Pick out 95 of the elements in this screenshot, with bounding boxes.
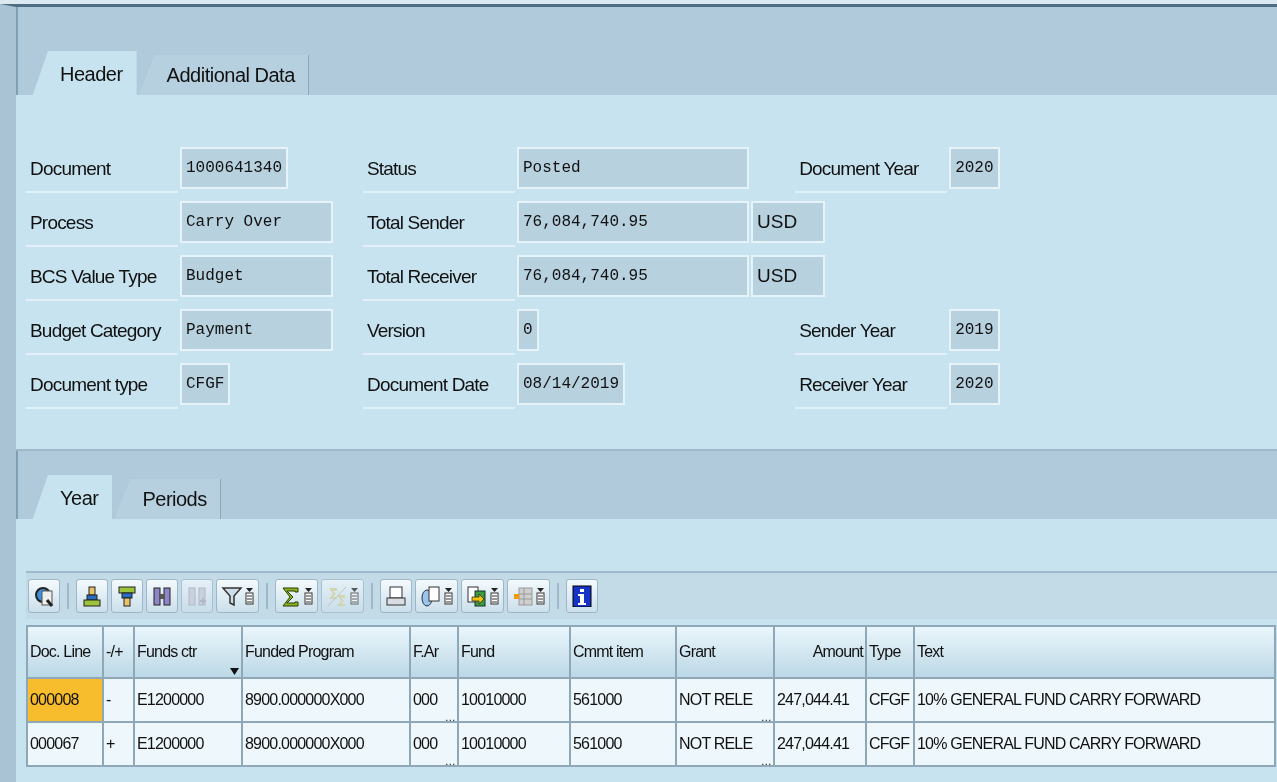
table-cell: CFGF (866, 722, 914, 766)
subtotal-icon (326, 585, 348, 607)
table-cell: 561000 (570, 678, 676, 722)
table-cell: 10010000 (458, 678, 570, 722)
export-icon (466, 585, 488, 607)
value-field[interactable]: Posted (517, 147, 749, 189)
field-label: BCS Value Type (26, 255, 178, 301)
value-field[interactable]: Payment (180, 309, 333, 351)
dropdown-icon (304, 587, 313, 605)
document-globe-icon (420, 585, 442, 607)
field-label: Receiver Year (795, 363, 948, 409)
column-header[interactable]: Cmmt item (570, 626, 676, 678)
field-label: Status (363, 147, 515, 193)
grid-icon (512, 585, 534, 607)
unit-field[interactable]: USD (751, 255, 826, 297)
tab[interactable]: Year (32, 475, 113, 521)
table-cell: E1200000 (134, 678, 242, 722)
table-cell: 000067 (27, 722, 103, 766)
field-label: Document Date (363, 363, 515, 409)
tab[interactable]: Header (32, 51, 137, 97)
toolbar-button[interactable] (216, 579, 259, 613)
value-field[interactable]: CFGF (180, 363, 231, 405)
field-label: Process (26, 201, 178, 247)
value-field[interactable]: 76,084,740.95 (517, 201, 749, 243)
value-field[interactable]: 2020 (949, 363, 1000, 405)
dropdown-icon (444, 587, 453, 605)
field-label: Sender Year (795, 309, 948, 355)
tab[interactable]: Periods (114, 479, 221, 519)
value-field[interactable]: 76,084,740.95 (517, 255, 749, 297)
table-cell: NOT RELE … (676, 678, 774, 722)
tab[interactable]: Additional Data (138, 55, 309, 95)
toolbar-button[interactable] (275, 579, 318, 613)
table-cell: 000 … (410, 678, 458, 722)
unit-field[interactable]: USD (751, 201, 826, 243)
table-cell: 8900.000000X000 (242, 722, 410, 766)
binoculars-plus-icon (186, 585, 208, 607)
value-field[interactable]: 0 (517, 309, 539, 351)
field-label: Budget Category (26, 309, 178, 355)
toolbar-button[interactable] (76, 579, 108, 613)
dropdown-icon (536, 587, 545, 605)
value-field[interactable]: Carry Over (180, 201, 333, 243)
more-indicator: … (444, 711, 455, 723)
toolbar-button[interactable] (111, 579, 143, 613)
dropdown-icon (245, 587, 254, 605)
field-label: Document Year (795, 147, 948, 193)
table-cell: 10% GENERAL FUND CARRY FORWARD (914, 678, 1275, 722)
column-header[interactable]: Doc. Line (27, 626, 103, 678)
sort-ascending-icon (81, 585, 103, 607)
column-header[interactable]: Grant (676, 626, 774, 678)
value-field[interactable]: 08/14/2019 (517, 363, 625, 405)
table-cell: 000 … (410, 722, 458, 766)
value-field[interactable]: 2020 (949, 147, 1000, 189)
toolbar-button[interactable] (146, 579, 178, 613)
binoculars-icon (151, 585, 173, 607)
field-label: Document (26, 147, 178, 193)
value-field[interactable]: 1000641340 (180, 147, 288, 189)
table-cell: 000008 (27, 678, 103, 722)
column-header[interactable]: Type (866, 626, 914, 678)
field-label: Document type (26, 363, 178, 409)
more-indicator: … (760, 711, 771, 723)
sort-descending-icon (116, 585, 138, 607)
column-header[interactable]: Amount (774, 626, 866, 678)
field-label: Total Sender (363, 201, 515, 247)
sort-triangle-icon (230, 668, 239, 675)
value-field[interactable]: Budget (180, 255, 333, 297)
dropdown-icon (490, 587, 499, 605)
column-header[interactable]: Funds ctr (134, 626, 242, 678)
more-indicator: … (444, 755, 455, 767)
dropdown-icon (350, 587, 359, 605)
table-cell: 247,044.41 (774, 722, 866, 766)
column-header[interactable]: F.Ar (410, 626, 458, 678)
table-cell: 10% GENERAL FUND CARRY FORWARD (914, 722, 1275, 766)
column-header[interactable]: Text (914, 626, 1275, 678)
field-label: Version (363, 309, 515, 355)
table-cell: E1200000 (134, 722, 242, 766)
table-cell: 8900.000000X000 (242, 678, 410, 722)
info-icon (571, 585, 593, 607)
column-header[interactable]: -/+ (103, 626, 134, 678)
table-cell: NOT RELE … (676, 722, 774, 766)
more-indicator: … (760, 755, 771, 767)
field-label: Total Receiver (363, 255, 515, 301)
table-cell: CFGF (866, 678, 914, 722)
sigma-icon (280, 585, 302, 607)
toolbar-button[interactable] (461, 579, 504, 613)
filter-icon (221, 585, 243, 607)
magnifier-icon (33, 585, 55, 607)
column-header[interactable]: Fund (458, 626, 570, 678)
toolbar-button[interactable] (28, 579, 60, 613)
column-header[interactable]: Funded Program (242, 626, 410, 678)
value-field[interactable]: 2019 (949, 309, 1000, 351)
printer-icon (385, 585, 407, 607)
table-cell: 10010000 (458, 722, 570, 766)
table-cell: 247,044.41 (774, 678, 866, 722)
toolbar-button[interactable] (566, 579, 598, 613)
table-cell: 561000 (570, 722, 676, 766)
